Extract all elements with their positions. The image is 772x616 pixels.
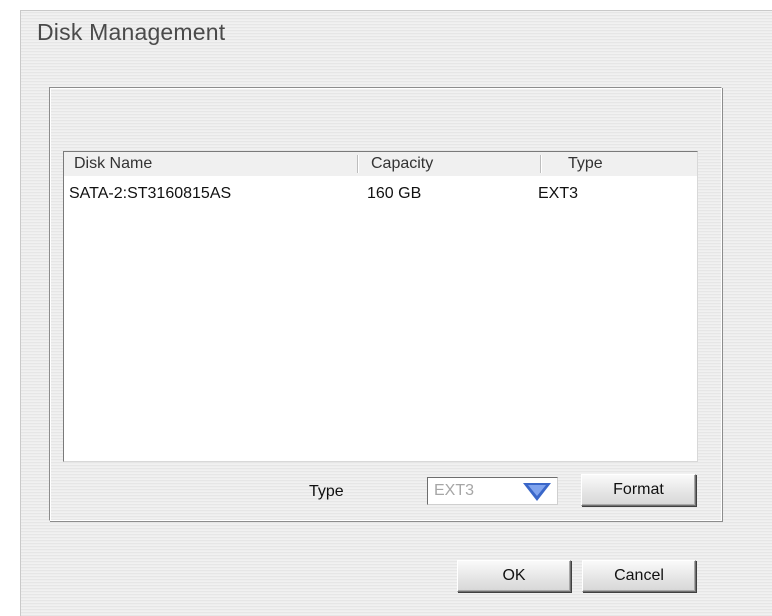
cancel-button[interactable]: Cancel — [582, 560, 696, 592]
dialog-title: Disk Management — [37, 19, 226, 45]
type-label: Type — [309, 483, 344, 500]
type-select[interactable]: EXT3 — [427, 477, 558, 505]
type-select-value: EXT3 — [434, 482, 475, 499]
cell-type: EXT3 — [538, 185, 579, 202]
disk-list-header: Disk Name Capacity Type — [64, 152, 697, 177]
disk-management-dialog: Disk Management Disk Name Capacity Type … — [20, 10, 772, 616]
format-button[interactable]: Format — [581, 474, 696, 506]
column-divider[interactable] — [540, 155, 542, 173]
column-header-disk-name[interactable]: Disk Name — [74, 152, 152, 176]
cell-disk-name: SATA-2:ST3160815AS — [69, 185, 232, 202]
column-divider[interactable] — [357, 155, 359, 173]
chevron-down-icon[interactable] — [523, 483, 551, 501]
ok-button[interactable]: OK — [457, 560, 571, 592]
cell-capacity: 160 GB — [367, 185, 422, 202]
column-header-type[interactable]: Type — [568, 152, 603, 176]
column-header-capacity[interactable]: Capacity — [371, 152, 433, 176]
disk-list[interactable]: Disk Name Capacity Type SATA-2:ST3160815… — [63, 151, 698, 462]
